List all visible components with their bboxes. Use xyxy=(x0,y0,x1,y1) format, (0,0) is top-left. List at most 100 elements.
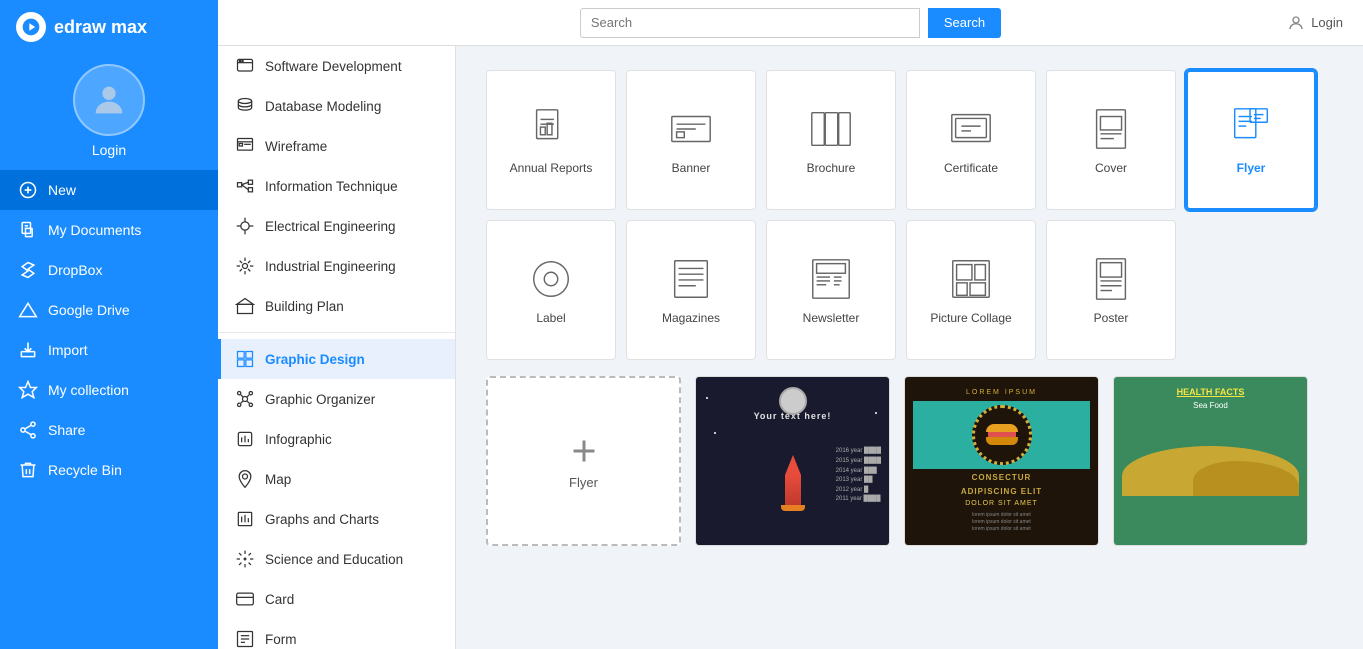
template-card-label[interactable]: Label xyxy=(486,220,616,360)
newsletter-icon xyxy=(807,255,855,303)
sidebar-item-recycle-bin-label: Recycle Bin xyxy=(48,462,122,478)
new-flyer-label: Flyer xyxy=(569,475,598,490)
template-card-banner[interactable]: Banner xyxy=(626,70,756,210)
avatar-login-label: Login xyxy=(92,142,126,158)
template-card-brochure[interactable]: Brochure xyxy=(766,70,896,210)
mid-nav-database-modeling[interactable]: Database Modeling xyxy=(218,86,455,126)
picture-collage-icon xyxy=(947,255,995,303)
form-icon xyxy=(235,629,255,649)
map-icon xyxy=(235,469,255,489)
software-dev-icon xyxy=(235,56,255,76)
mid-nav-software-dev-label: Software Development xyxy=(265,59,402,74)
template-card-picture-collage[interactable]: Picture Collage xyxy=(906,220,1036,360)
search-button[interactable]: Search xyxy=(928,8,1001,38)
sidebar-item-import[interactable]: Import xyxy=(0,330,218,370)
mid-nav-graphic-design[interactable]: Graphic Design xyxy=(218,339,455,379)
graphic-organizer-icon xyxy=(235,389,255,409)
sidebar-item-new-label: New xyxy=(48,182,76,198)
mid-nav-information-technique[interactable]: Information Technique xyxy=(218,166,455,206)
annual-reports-icon xyxy=(527,105,575,153)
mid-nav-divider xyxy=(218,332,455,333)
brochure-label: Brochure xyxy=(807,161,856,175)
science-icon xyxy=(235,549,255,569)
login-label: Login xyxy=(1311,15,1343,30)
mid-nav-industrial-engineering[interactable]: Industrial Engineering xyxy=(218,246,455,286)
annual-reports-label: Annual Reports xyxy=(510,161,593,175)
flyer-card-space[interactable]: Your text here! 2016 year ██ xyxy=(695,376,890,546)
mid-nav-building-label: Building Plan xyxy=(265,299,344,314)
label-label: Label xyxy=(536,311,565,325)
template-card-newsletter[interactable]: Newsletter xyxy=(766,220,896,360)
sidebar-item-my-collection-label: My collection xyxy=(48,382,129,398)
template-card-cover[interactable]: Cover xyxy=(1046,70,1176,210)
dropbox-icon xyxy=(18,260,38,280)
search-input[interactable] xyxy=(580,8,920,38)
mid-nav-graphs-charts[interactable]: Graphs and Charts xyxy=(218,499,455,539)
flyer-card-food[interactable]: HEALTH FACTS Sea Food xyxy=(1113,376,1308,546)
content-area: Annual Reports Banner Brochur xyxy=(472,56,1347,649)
login-button[interactable]: Login xyxy=(1287,14,1343,32)
flyer-label: Flyer xyxy=(1237,161,1266,175)
magazines-label: Magazines xyxy=(662,311,720,325)
avatar xyxy=(73,64,145,136)
mid-nav-graphs-label: Graphs and Charts xyxy=(265,512,379,527)
sidebar: edraw max Login New My Documents DropBox… xyxy=(0,0,218,649)
flyer-card-burger[interactable]: LOREM IPSUM CONSECTUR xyxy=(904,376,1099,546)
sidebar-item-dropbox-label: DropBox xyxy=(48,262,102,278)
template-grid: Annual Reports Banner Brochur xyxy=(486,70,1333,360)
flyer-examples-grid: Flyer Your text here! xyxy=(486,376,1333,546)
template-card-magazines[interactable]: Magazines xyxy=(626,220,756,360)
app-name: edraw max xyxy=(54,17,147,38)
mid-nav-infographic-label: Infographic xyxy=(265,432,332,447)
flyer-icon xyxy=(1227,105,1275,153)
sidebar-item-my-collection[interactable]: My collection xyxy=(0,370,218,410)
building-icon xyxy=(235,296,255,316)
plus-icon xyxy=(18,180,38,200)
sidebar-item-new[interactable]: New xyxy=(0,170,218,210)
logo-icon xyxy=(16,12,46,42)
sidebar-item-share[interactable]: Share xyxy=(0,410,218,450)
card-icon xyxy=(235,589,255,609)
sidebar-item-my-documents-label: My Documents xyxy=(48,222,141,238)
add-icon xyxy=(566,433,602,469)
mid-nav-card[interactable]: Card xyxy=(218,579,455,619)
template-card-certificate[interactable]: Certificate xyxy=(906,70,1036,210)
certificate-label: Certificate xyxy=(944,161,998,175)
mid-nav-form[interactable]: Form xyxy=(218,619,455,649)
template-card-flyer[interactable]: Flyer xyxy=(1186,70,1316,210)
user-icon xyxy=(1287,14,1305,32)
banner-icon xyxy=(667,105,715,153)
sidebar-item-dropbox[interactable]: DropBox xyxy=(0,250,218,290)
mid-nav: Software Development Database Modeling W… xyxy=(218,0,456,649)
mid-nav-graphic-design-label: Graphic Design xyxy=(265,352,365,367)
mid-nav-infographic[interactable]: Infographic xyxy=(218,419,455,459)
sidebar-item-google-drive[interactable]: Google Drive xyxy=(0,290,218,330)
mid-nav-science-label: Science and Education xyxy=(265,552,403,567)
graphs-icon xyxy=(235,509,255,529)
mid-nav-science-education[interactable]: Science and Education xyxy=(218,539,455,579)
poster-label: Poster xyxy=(1094,311,1129,325)
wireframe-icon xyxy=(235,136,255,156)
mid-nav-building-plan[interactable]: Building Plan xyxy=(218,286,455,326)
mid-nav-database-label: Database Modeling xyxy=(265,99,381,114)
sidebar-item-recycle-bin[interactable]: Recycle Bin xyxy=(0,450,218,490)
mid-nav-wireframe[interactable]: Wireframe xyxy=(218,126,455,166)
new-flyer-card[interactable]: Flyer xyxy=(486,376,681,546)
mid-nav-map[interactable]: Map xyxy=(218,459,455,499)
mid-nav-software-dev[interactable]: Software Development xyxy=(218,46,455,86)
banner-label: Banner xyxy=(672,161,711,175)
nav-items: New My Documents DropBox Google Drive Im… xyxy=(0,166,218,494)
mid-nav-form-label: Form xyxy=(265,632,297,647)
database-icon xyxy=(235,96,255,116)
template-card-poster[interactable]: Poster xyxy=(1046,220,1176,360)
certificate-icon xyxy=(947,105,995,153)
import-icon xyxy=(18,340,38,360)
logo: edraw max xyxy=(0,0,218,54)
star-icon xyxy=(18,380,38,400)
trash-icon xyxy=(18,460,38,480)
sidebar-item-my-documents[interactable]: My Documents xyxy=(0,210,218,250)
mid-nav-graphic-organizer[interactable]: Graphic Organizer xyxy=(218,379,455,419)
sidebar-item-import-label: Import xyxy=(48,342,88,358)
template-card-annual-reports[interactable]: Annual Reports xyxy=(486,70,616,210)
mid-nav-electrical-engineering[interactable]: Electrical Engineering xyxy=(218,206,455,246)
